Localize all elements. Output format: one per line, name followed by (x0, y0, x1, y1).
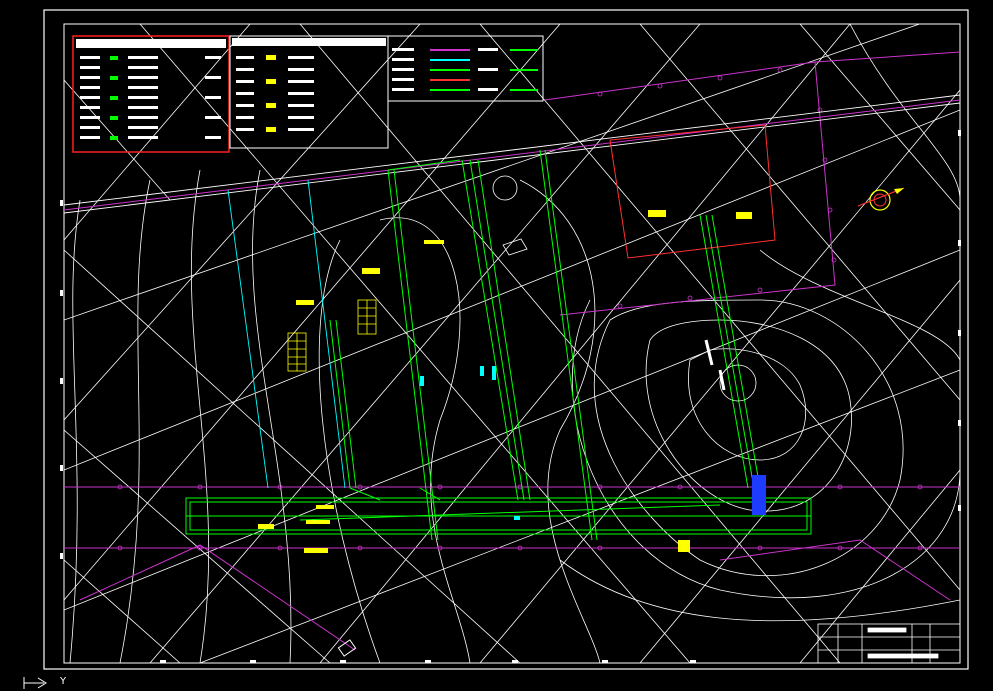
frame-ticks (60, 130, 961, 663)
site-symbols (492, 175, 757, 402)
legend-table-3 (387, 35, 544, 102)
title-block (817, 623, 961, 664)
legend-table-1 (72, 35, 230, 153)
road-edges (227, 179, 346, 489)
legend-table-2 (229, 35, 389, 149)
contour-lines (69, 24, 960, 663)
data-grid-b (287, 332, 307, 372)
north-arrow-icon (857, 187, 905, 211)
sheet-border (43, 9, 969, 670)
data-grid-a (357, 299, 377, 335)
site-marker (337, 639, 357, 657)
site-plan-drawing[interactable] (0, 0, 993, 691)
ucs-y-axis-label: Y (60, 676, 67, 687)
cad-model-viewport[interactable]: Y (0, 0, 993, 691)
equipment-cluster (752, 475, 766, 515)
road-centerline (64, 94, 960, 214)
coordinate-grid (64, 24, 960, 663)
building-outline (609, 124, 776, 259)
ucs-axis-icon (23, 677, 47, 689)
property-boundaries (64, 51, 960, 651)
